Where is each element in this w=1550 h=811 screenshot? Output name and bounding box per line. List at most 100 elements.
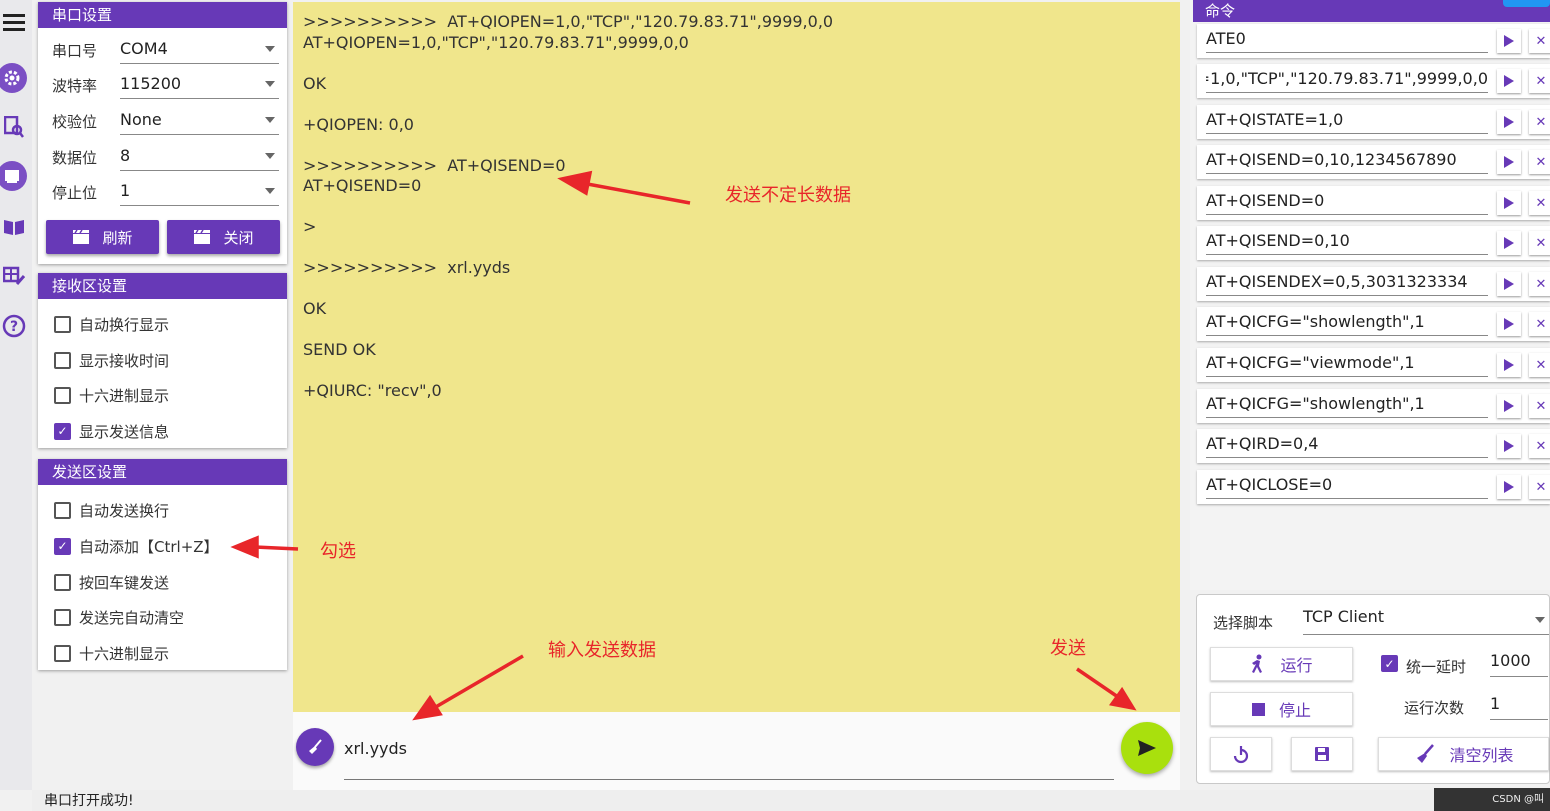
menu-icon[interactable] [0,8,28,36]
command-text[interactable]: AT+QISTATE=1,0 [1206,110,1488,134]
baud-row: 波特率 115200 [52,69,279,99]
help-icon[interactable]: ? [0,312,28,340]
delete-command-button[interactable]: ✕ [1529,231,1550,255]
checkbox[interactable] [54,501,71,519]
book-icon[interactable] [0,213,28,241]
run-count-input[interactable]: 1 [1490,694,1548,720]
databits-row: 数据位 8 [52,141,279,171]
send-settings-panel: 发送区设置 自动发送换行 ✓ 自动添加【Ctrl+Z】 按回车键发送 发送完自动清… [38,459,287,670]
watermark: CSDN @叫 [1434,788,1550,811]
terminal-line: > [303,217,317,236]
command-text[interactable]: AT+QISENDEX=0,5,3031323334 [1206,272,1488,296]
terminal-line: OK [303,299,327,318]
delete-command-button[interactable]: ✕ [1529,434,1550,458]
delete-command-button[interactable]: ✕ [1529,353,1550,377]
run-command-button[interactable] [1497,29,1521,53]
close-port-button[interactable]: 关闭 [167,220,280,254]
run-command-button[interactable] [1497,394,1521,418]
send-option[interactable]: 十六进制显示 [54,641,169,665]
send-option[interactable]: 自动发送换行 [54,498,169,522]
settings-gear-icon[interactable] [0,63,27,93]
databits-select[interactable]: 8 [120,141,279,171]
run-command-button[interactable] [1497,150,1521,174]
command-text[interactable]: AT+QIRD=0,4 [1206,434,1488,458]
run-command-button[interactable] [1497,110,1521,134]
play-icon [1504,318,1514,330]
select-script-label: 选择脚本 [1213,614,1274,632]
delay-input[interactable]: 1000 [1490,651,1548,677]
run-command-button[interactable] [1497,191,1521,215]
delete-command-button[interactable]: ✕ [1529,191,1550,215]
timer-button[interactable] [1210,737,1272,771]
terminal-icon[interactable] [0,161,27,191]
receive-option[interactable]: 自动换行显示 [54,312,169,336]
script-select[interactable]: TCP Client [1303,607,1549,635]
delete-command-button[interactable]: ✕ [1529,272,1550,296]
chevron-down-icon [265,46,275,52]
command-text[interactable]: AT+QICFG="showlength",1 [1206,394,1488,418]
command-text[interactable]: AT+QISEND=0 [1206,191,1488,215]
command-text[interactable]: AT+QISEND=0,10 [1206,231,1488,255]
delete-command-button[interactable]: ✕ [1529,29,1550,53]
stop-script-button[interactable]: 停止 [1210,692,1353,726]
search-doc-icon[interactable] [0,113,28,141]
play-icon [1504,440,1514,452]
run-command-button[interactable] [1497,272,1521,296]
receive-settings-title: 接收区设置 [38,273,287,299]
send-input[interactable] [344,716,1114,780]
send-option[interactable]: ✓ 自动添加【Ctrl+Z】 [54,534,219,558]
command-text[interactable]: AT+QIOPEN=1,0,"TCP","120.79.83.71",9999,… [1206,69,1488,93]
clear-list-button[interactable]: 清空列表 [1378,737,1549,771]
save-button[interactable] [1291,737,1353,771]
delete-command-button[interactable]: ✕ [1529,312,1550,336]
terminal-line: >>>>>>>>>> AT+QISEND=0 [303,155,566,175]
receive-option[interactable]: 显示接收时间 [54,348,169,372]
stopbits-select[interactable]: 1 [120,176,279,206]
checkbox[interactable] [54,351,71,369]
command-text[interactable]: AT+QISEND=0,10,1234567890 [1206,150,1488,174]
checkbox[interactable] [54,315,71,333]
delete-command-button[interactable]: ✕ [1529,475,1550,499]
run-command-button[interactable] [1497,69,1521,93]
send-option[interactable]: 发送完自动清空 [54,605,184,629]
send-option[interactable]: 按回车键发送 [54,570,169,594]
receive-option[interactable]: ✓ 显示发送信息 [54,419,169,443]
send-button[interactable] [1121,722,1173,774]
checkbox[interactable] [54,644,71,662]
panel-tab-indicator [1503,0,1550,7]
uniform-delay-checkbox[interactable]: ✓ [1381,655,1398,672]
delete-command-button[interactable]: ✕ [1529,394,1550,418]
checkbox[interactable] [54,573,71,591]
receive-terminal[interactable]: >>>>>>>>>> AT+QIOPEN=1,0,"TCP","120.79.8… [293,2,1180,712]
receive-option[interactable]: 十六进制显示 [54,383,169,407]
clear-send-button[interactable] [296,728,334,766]
run-script-button[interactable]: 运行 [1210,647,1353,681]
port-select[interactable]: COM4 [120,34,279,64]
command-text[interactable]: AT+QICFG="showlength",1 [1206,312,1488,336]
checkbox-checked[interactable]: ✓ [54,422,71,440]
run-command-button[interactable] [1497,434,1521,458]
checkbox-checked[interactable]: ✓ [54,537,71,555]
checkbox[interactable] [54,608,71,626]
table-edit-icon[interactable] [0,262,28,290]
run-command-button[interactable] [1497,312,1521,336]
run-command-button[interactable] [1497,475,1521,499]
command-text[interactable]: AT+QICFG="viewmode",1 [1206,353,1488,377]
checkbox[interactable] [54,386,71,404]
close-icon: ✕ [1535,154,1547,170]
delete-command-button[interactable]: ✕ [1529,110,1550,134]
command-text[interactable]: ATE0 [1206,29,1488,53]
delete-command-button[interactable]: ✕ [1529,150,1550,174]
play-icon [1504,237,1514,249]
run-command-button[interactable] [1497,353,1521,377]
nav-rail: ? [0,0,32,790]
baud-select[interactable]: 115200 [120,69,279,99]
close-icon: ✕ [1535,235,1547,251]
script-panel: 选择脚本 TCP Client 运行 ✓ 统一延时 1000 停止 运行次数 1… [1196,594,1550,784]
parity-select[interactable]: None [120,105,279,135]
refresh-button[interactable]: 刷新 [46,220,159,254]
command-text[interactable]: AT+QICLOSE=0 [1206,475,1488,499]
run-command-button[interactable] [1497,231,1521,255]
chevron-down-icon [265,188,275,194]
delete-command-button[interactable]: ✕ [1529,69,1550,93]
